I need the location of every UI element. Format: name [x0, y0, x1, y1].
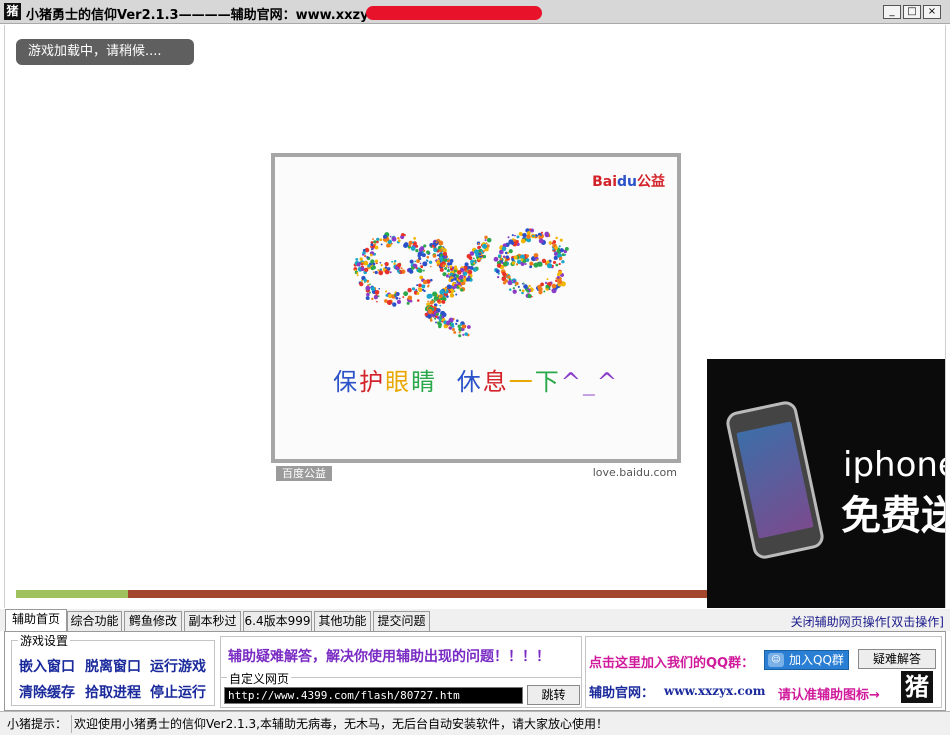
baidu-logo-text: Bai: [592, 174, 617, 190]
loading-indicator: 游戏加载中，请稍候....: [16, 39, 194, 65]
join-qq-group-button[interactable]: ☺ 加入QQ群: [764, 650, 849, 670]
pig-brand-icon: 猪: [901, 671, 933, 703]
slogan-char: 下: [534, 368, 561, 396]
slogan-char: 眼: [385, 368, 412, 396]
qq-avatar-icon: ☺: [768, 653, 784, 667]
close-webpage-ops-link[interactable]: 关闭辅助网页操作[双击操作]: [791, 613, 944, 630]
game-settings-group: 游戏设置 嵌入窗口 脱离窗口 运行游戏 清除缓存 拾取进程 停止运行: [11, 632, 215, 706]
iphone-image: [724, 399, 826, 561]
function-tabs: 辅助首页 综合功能 鳄鱼修改 副本秒过 6.4版本999 其他功能 提交问题 关…: [0, 609, 950, 631]
tab-other[interactable]: 其他功能: [314, 611, 371, 631]
slogan-char: [437, 368, 447, 396]
help-and-custom-page-group: 辅助疑难解答，解决你使用辅助出现的问题！！！！ 自定义网页 http://www…: [220, 636, 582, 708]
stop-running-button[interactable]: 停止运行: [150, 682, 206, 702]
redaction-mark: [366, 6, 542, 20]
official-site-label: 辅助官网：: [589, 686, 655, 701]
status-label: 小猪提示：: [3, 715, 73, 733]
pig-app-icon: 猪: [4, 3, 21, 20]
detach-window-button[interactable]: 脱离窗口: [85, 656, 141, 676]
game-settings-legend: 游戏设置: [18, 632, 71, 649]
slogan-char: 睛: [411, 368, 438, 396]
baidu-charity-logo: Baidu公益: [592, 171, 665, 191]
iphone-ad-line1: iphone: [843, 445, 945, 485]
minimize-button[interactable]: _: [883, 5, 901, 19]
baidu-paw-icon: du: [617, 174, 637, 190]
baidu-charity-url: love.baidu.com: [592, 466, 677, 479]
slogan-char: 息: [482, 368, 509, 396]
tab-general[interactable]: 综合功能: [67, 611, 122, 631]
tab-home[interactable]: 辅助首页: [5, 609, 67, 631]
tab-dungeon-skip[interactable]: 副本秒过: [184, 611, 241, 631]
tab-version-999[interactable]: 6.4版本999: [243, 611, 312, 631]
embed-window-button[interactable]: 嵌入窗口: [19, 656, 75, 676]
slogan-char: 休: [456, 368, 483, 396]
window-title: 小猪勇士的信仰Ver2.1.3————辅助官网：www.xxzyx.com: [26, 8, 413, 23]
baidu-charity-tag: 百度公益: [276, 466, 332, 481]
tab-submit-issue[interactable]: 提交问题: [373, 611, 430, 631]
slogan-char: ^_^: [560, 368, 619, 396]
go-to-url-button[interactable]: 跳转: [527, 685, 580, 705]
baidu-eye-ad[interactable]: Baidu公益 保护眼睛 休息一下^_^: [271, 153, 681, 463]
loading-progress-fill: [16, 590, 128, 598]
slogan-char: 一: [508, 368, 535, 396]
baidu-logo-suffix: 公益: [637, 174, 665, 190]
faq-help-link[interactable]: 辅助疑难解答，解决你使用辅助出现的问题！！！！: [228, 646, 550, 666]
status-message: 欢迎使用小猪勇士的信仰Ver2.1.3,本辅助无病毒，无木马，无后台自动安装软件…: [74, 717, 608, 731]
join-qq-group-label: 加入QQ群: [789, 653, 844, 667]
loading-progress-bar: [16, 590, 716, 598]
iphone-ad-line2: 免费送: [841, 493, 945, 539]
join-qq-group-prompt[interactable]: 点击这里加入我们的QQ群：: [589, 652, 754, 671]
close-button[interactable]: ×: [923, 5, 941, 19]
run-game-button[interactable]: 运行游戏: [150, 656, 206, 676]
control-panel: 游戏设置 嵌入窗口 脱离窗口 运行游戏 清除缓存 拾取进程 停止运行 辅助疑难解…: [4, 631, 946, 711]
baidu-ad-footer: 百度公益 love.baidu.com: [271, 463, 681, 483]
game-area[interactable]: 游戏加载中，请稍候.... Baidu公益 保护眼睛 休息一下^_^ 百度公益 …: [4, 25, 946, 608]
eye-dots-artwork: [353, 228, 569, 338]
tab-crocodile-mod[interactable]: 鳄鱼修改: [124, 611, 182, 631]
official-icon-note: 请认准辅助图标→: [778, 688, 880, 703]
eye-care-slogan: 保护眼睛 休息一下^_^: [275, 362, 677, 397]
iphone-ad[interactable]: iphone 免费送: [707, 359, 945, 608]
custom-url-input[interactable]: http://www.4399.com/flash/80727.htm: [224, 687, 523, 704]
custom-page-legend: 自定义网页: [227, 670, 292, 687]
community-group: 点击这里加入我们的QQ群： ☺ 加入QQ群 疑难解答 辅助官网： www.xxz…: [585, 636, 942, 708]
slogan-char: 护: [359, 368, 386, 396]
status-bar: 小猪提示： 欢迎使用小猪勇士的信仰Ver2.1.3,本辅助无病毒，无木马，无后台…: [0, 711, 950, 735]
clear-cache-button[interactable]: 清除缓存: [19, 682, 75, 702]
faq-button[interactable]: 疑难解答: [858, 649, 936, 669]
title-bar: 猪 小猪勇士的信仰Ver2.1.3————辅助官网：www.xxzyx.com …: [0, 0, 950, 24]
slogan-char: 保: [333, 368, 360, 396]
official-site-link[interactable]: www.xxzyx.com: [664, 684, 765, 698]
maximize-button[interactable]: □: [903, 5, 921, 19]
pick-process-button[interactable]: 拾取进程: [85, 682, 141, 702]
